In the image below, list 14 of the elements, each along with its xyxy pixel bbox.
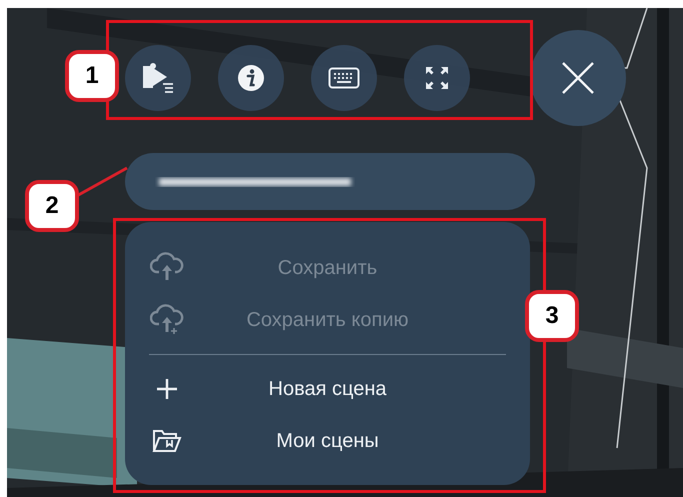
folder-icon	[152, 429, 182, 453]
callout-badge: 3	[525, 290, 579, 342]
fullscreen-icon	[423, 64, 451, 92]
plus-icon	[156, 378, 178, 400]
scene-name-field[interactable]	[125, 153, 535, 210]
close-icon	[561, 61, 595, 95]
menu-item[interactable]: Новая сцена	[147, 363, 508, 415]
keyboard-icon	[328, 67, 360, 89]
info-icon	[237, 64, 265, 92]
presentation-icon	[141, 62, 175, 94]
callout-badge: 1	[65, 50, 119, 102]
menu-item[interactable]: Мои сцены	[147, 415, 508, 467]
cloud-upload-plus-icon	[150, 304, 184, 336]
callout-badge: 2	[25, 180, 79, 232]
